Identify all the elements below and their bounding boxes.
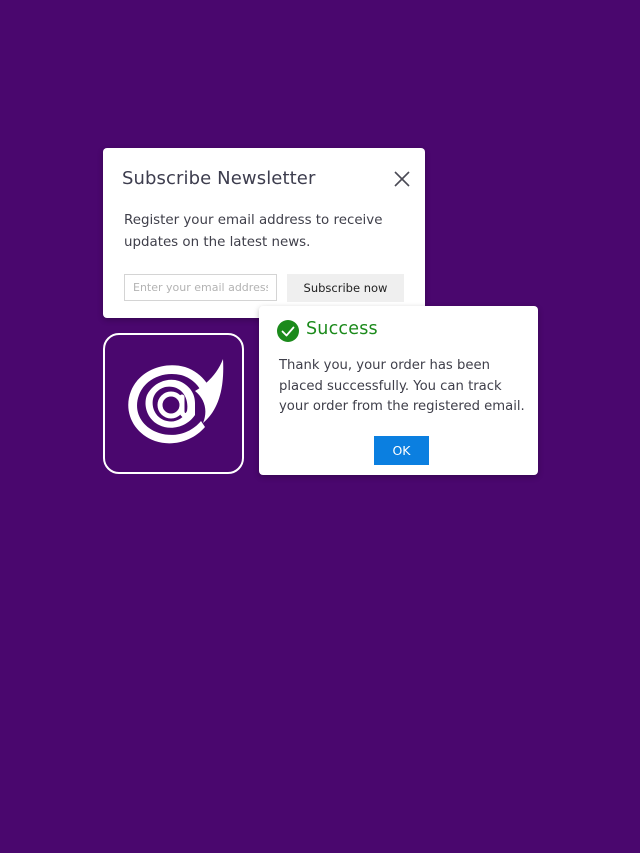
newsletter-description: Register your email address to receive u…: [124, 213, 383, 250]
close-icon: [394, 171, 410, 187]
newsletter-title: Subscribe Newsletter: [122, 168, 316, 189]
blazor-logo-tile: [103, 333, 244, 474]
success-title: Success: [306, 319, 378, 339]
blazor-logo-icon: [128, 359, 224, 444]
ok-button[interactable]: OK: [374, 436, 429, 465]
success-dialog: Success Thank you, your order has been p…: [259, 306, 538, 475]
newsletter-dialog: Subscribe Newsletter Register your email…: [103, 148, 425, 318]
close-button[interactable]: [393, 170, 411, 188]
subscribe-button[interactable]: Subscribe now: [287, 274, 404, 302]
success-message: Thank you, your order has been placed su…: [279, 358, 525, 414]
check-circle-icon: [277, 320, 299, 342]
email-input[interactable]: [124, 274, 277, 301]
